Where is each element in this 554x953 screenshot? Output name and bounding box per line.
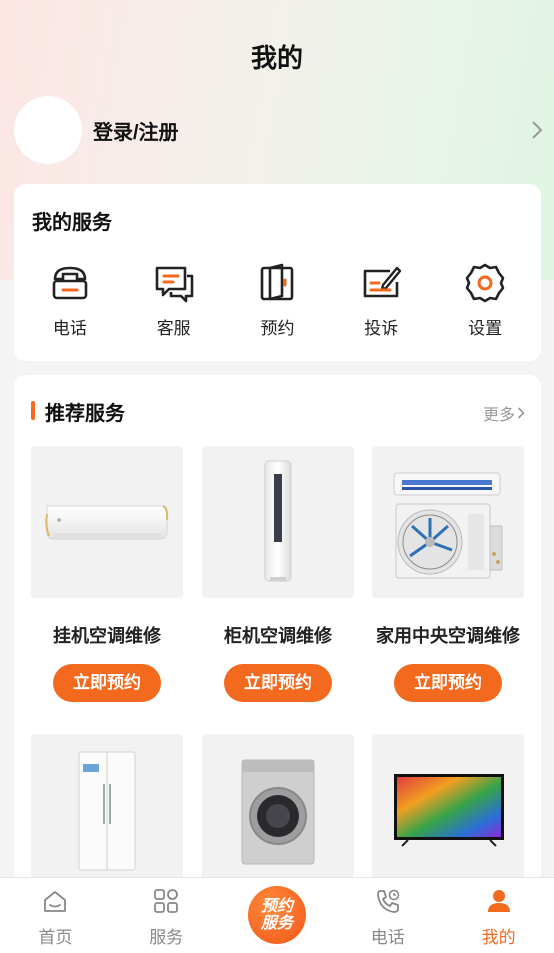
chevron-right-icon xyxy=(517,407,525,419)
service-label: 客服 xyxy=(156,319,191,338)
avatar[interactable] xyxy=(14,96,82,164)
badge-line-1: 预约 xyxy=(260,898,293,915)
profile-row[interactable]: 登录/注册 xyxy=(14,96,544,164)
service-tile[interactable] xyxy=(372,734,524,886)
book-now-button[interactable]: 立即预约 xyxy=(224,664,332,702)
gear-icon xyxy=(465,263,505,303)
phone-icon xyxy=(376,889,400,913)
tab-mine[interactable]: 我的 xyxy=(443,878,554,953)
booking-service-badge[interactable]: 预约 服务 xyxy=(247,886,306,944)
tab-service[interactable]: 服务 xyxy=(111,878,222,953)
refrigerator-image xyxy=(31,734,183,886)
bottom-tab-bar: 首页 服务 预约 服务 电话 我的 xyxy=(0,877,554,953)
service-chat[interactable]: 客服 xyxy=(134,262,214,339)
service-phone[interactable]: 电话 xyxy=(30,262,110,339)
grid-icon xyxy=(154,889,179,913)
service-label: 预约 xyxy=(260,319,295,338)
more-link[interactable]: 更多 xyxy=(483,401,525,425)
book-now-button[interactable]: 立即预约 xyxy=(394,664,502,702)
service-tile[interactable]: 家用中央空调维修 立即预约 xyxy=(372,446,524,702)
service-label: 电话 xyxy=(52,319,87,338)
tile-name: 柜机空调维修 xyxy=(224,626,332,646)
user-icon xyxy=(487,890,510,912)
washing-machine-image xyxy=(202,734,354,886)
tab-phone[interactable]: 电话 xyxy=(332,878,443,953)
tab-label: 我的 xyxy=(481,928,516,947)
book-now-button[interactable]: 立即预约 xyxy=(53,664,161,702)
recommended-card: 推荐服务 更多 挂机空调维修 立即预约 柜机空调维修 立即预约 家用中央空调维修… xyxy=(14,375,541,953)
service-tile[interactable]: 柜机空调维修 立即预约 xyxy=(202,446,354,702)
phone-icon xyxy=(52,266,88,300)
my-services-row: 电话 客服 预约 投诉 设置 xyxy=(14,262,541,339)
section-accent-bar xyxy=(31,401,35,420)
service-booking[interactable]: 预约 xyxy=(237,262,317,339)
booking-icon xyxy=(261,263,294,301)
home-icon xyxy=(44,891,67,912)
login-register-link[interactable]: 登录/注册 xyxy=(93,116,179,145)
tile-name: 挂机空调维修 xyxy=(53,626,161,646)
tab-label: 服务 xyxy=(149,928,184,947)
central-ac-image xyxy=(372,446,524,598)
service-label: 投诉 xyxy=(364,319,399,338)
chat-icon xyxy=(155,266,193,303)
service-tile[interactable] xyxy=(202,734,354,886)
service-label: 设置 xyxy=(468,319,503,338)
service-settings[interactable]: 设置 xyxy=(445,262,525,339)
tab-label: 电话 xyxy=(370,928,405,947)
tower-ac-image xyxy=(202,446,354,598)
service-tile[interactable] xyxy=(31,734,183,886)
service-tile[interactable]: 挂机空调维修 立即预约 xyxy=(31,446,183,702)
my-services-card: 我的服务 电话 客服 预约 投诉 设置 xyxy=(14,184,541,361)
tile-name: 家用中央空调维修 xyxy=(376,626,520,646)
service-complaint[interactable]: 投诉 xyxy=(341,262,421,339)
tab-label: 首页 xyxy=(38,928,73,947)
recommended-title: 推荐服务 xyxy=(45,403,125,425)
page-title: 我的 xyxy=(250,43,303,73)
more-label: 更多 xyxy=(482,407,515,424)
complaint-icon xyxy=(363,266,402,298)
television-image xyxy=(372,734,524,886)
tab-home[interactable]: 首页 xyxy=(0,878,111,953)
my-services-title: 我的服务 xyxy=(32,212,112,234)
chevron-right-icon[interactable] xyxy=(530,120,544,140)
badge-line-2: 服务 xyxy=(260,915,293,932)
wall-ac-image xyxy=(31,446,183,598)
tab-booking-service[interactable]: 预约 服务 xyxy=(222,878,333,953)
